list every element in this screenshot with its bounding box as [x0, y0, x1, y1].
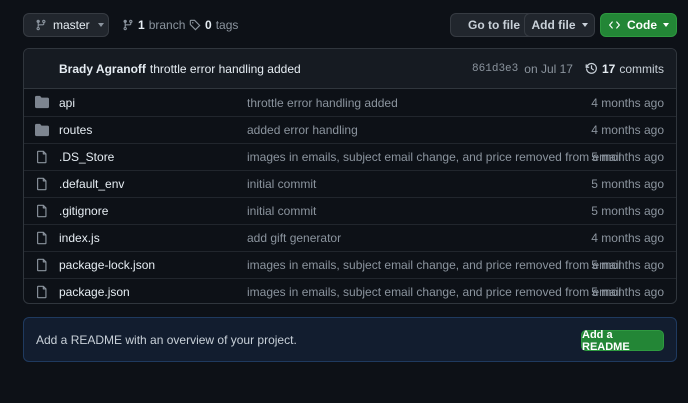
- chevron-down-icon: [581, 23, 588, 27]
- tags-link[interactable]: 0 tags: [189, 13, 238, 37]
- file-icon: [35, 150, 49, 164]
- file-commit-age: 5 months ago: [591, 285, 664, 299]
- file-icon: [35, 285, 49, 299]
- file-name-link[interactable]: index.js: [59, 231, 100, 245]
- file-row[interactable]: .gitignore initial commit 5 months ago: [24, 197, 676, 224]
- file-name-link[interactable]: package-lock.json: [59, 258, 155, 272]
- file-row[interactable]: package.json images in emails, subject em…: [24, 278, 676, 303]
- file-commit-age: 5 months ago: [591, 258, 664, 272]
- file-commit-message[interactable]: add gift generator: [247, 231, 341, 245]
- file-commit-message[interactable]: added error handling: [247, 123, 358, 137]
- file-commit-age: 4 months ago: [591, 231, 664, 245]
- code-icon: [609, 21, 620, 29]
- go-to-file-label: Go to file: [468, 18, 520, 32]
- commit-message[interactable]: throttle error handling added: [150, 62, 301, 76]
- file-row[interactable]: routes added error handling 4 months ago: [24, 116, 676, 143]
- file-commit-message[interactable]: initial commit: [247, 177, 316, 191]
- file-list: api throttle error handling added 4 months…: [24, 89, 676, 303]
- tags-label: tags: [215, 18, 239, 32]
- add-readme-button[interactable]: Add a README: [581, 328, 664, 353]
- file-name-link[interactable]: package.json: [59, 285, 130, 299]
- folder-icon: [35, 95, 49, 109]
- tag-icon: [189, 19, 201, 31]
- file-commit-age: 4 months ago: [591, 123, 664, 137]
- file-row[interactable]: package-lock.json images in emails, subje…: [24, 251, 676, 278]
- commits-count: 17: [601, 61, 616, 76]
- branch-select-button[interactable]: master: [23, 13, 109, 37]
- file-commit-age: 5 months ago: [591, 204, 664, 218]
- file-name-link[interactable]: api: [59, 96, 75, 110]
- git-branch-icon: [36, 19, 46, 31]
- commits-label: commits: [619, 61, 664, 76]
- file-icon: [35, 231, 49, 245]
- file-commit-message[interactable]: images in emails, subject email change, …: [247, 150, 621, 164]
- file-icon: [35, 258, 49, 272]
- branch-name: master: [53, 18, 90, 32]
- chevron-down-icon: [97, 23, 104, 27]
- file-name-link[interactable]: .DS_Store: [59, 150, 114, 164]
- file-name-link[interactable]: routes: [59, 123, 92, 137]
- readme-banner: Add a README with an overview of your pr…: [23, 317, 677, 362]
- commit-author[interactable]: Brady Agranoff: [59, 62, 146, 76]
- commit-hash[interactable]: 861d3e3: [472, 63, 518, 75]
- commit-meta: 861d3e3 on Jul 17 17 commits: [472, 62, 664, 76]
- file-commit-age: 4 months ago: [591, 95, 664, 110]
- tags-count: 0: [205, 18, 212, 32]
- add-file-button[interactable]: Add file: [524, 13, 595, 37]
- code-button[interactable]: Code: [600, 13, 677, 37]
- add-readme-label: Add a README: [582, 328, 630, 353]
- file-commit-age: 5 months ago: [591, 150, 664, 164]
- file-commit-message[interactable]: initial commit: [247, 204, 316, 218]
- file-commit-message[interactable]: images in emails, subject email change, …: [247, 258, 621, 272]
- latest-commit-bar: Brady Agranoff throttle error handling a…: [24, 49, 676, 89]
- file-commit-message[interactable]: throttle error handling added: [247, 96, 398, 110]
- file-name-link[interactable]: .gitignore: [59, 204, 108, 218]
- branches-link[interactable]: 1 branch: [122, 13, 185, 37]
- branches-label: branch: [148, 18, 186, 32]
- repo-toolbar: master 1 branch 0 tags Go to file Add fi…: [23, 13, 677, 37]
- file-row[interactable]: .default_env initial commit 5 months ago: [24, 170, 676, 197]
- chevron-down-icon: [663, 23, 669, 27]
- readme-prompt-text: Add a README with an overview of your pr…: [36, 332, 297, 347]
- add-file-label: Add file: [531, 18, 576, 32]
- branches-count: 1: [138, 18, 145, 32]
- file-icon: [35, 177, 49, 191]
- file-name-link[interactable]: .default_env: [59, 177, 124, 191]
- file-commit-message[interactable]: images in emails, subject email change, …: [247, 285, 621, 299]
- file-row[interactable]: .DS_Store images in emails, subject email…: [24, 143, 676, 170]
- file-row[interactable]: index.js add gift generator 4 months ago: [24, 224, 676, 251]
- git-branch-icon: [123, 19, 133, 31]
- folder-icon: [35, 123, 49, 137]
- file-browser: Brady Agranoff throttle error handling a…: [23, 48, 677, 304]
- commit-date: on Jul 17: [524, 61, 573, 76]
- code-label: Code: [627, 18, 657, 32]
- file-icon: [35, 204, 49, 218]
- commits-history-link[interactable]: 17 commits: [585, 62, 664, 76]
- history-icon: [585, 62, 597, 74]
- file-row[interactable]: api throttle error handling added 4 months…: [24, 89, 676, 116]
- file-commit-age: 5 months ago: [591, 177, 664, 191]
